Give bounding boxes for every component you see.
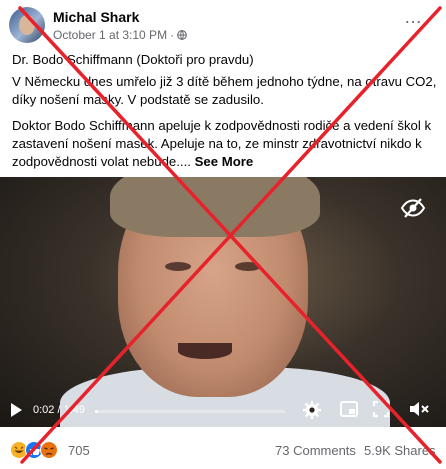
meta-separator: · bbox=[170, 28, 175, 42]
globe-icon bbox=[177, 30, 187, 40]
fullscreen-icon[interactable] bbox=[372, 400, 390, 418]
play-icon[interactable] bbox=[9, 402, 23, 418]
reaction-icons[interactable] bbox=[10, 440, 65, 460]
eye-off-icon[interactable] bbox=[400, 195, 426, 221]
video-person-eye bbox=[165, 262, 191, 271]
video-player[interactable]: 0:02 / 1:49 bbox=[0, 177, 446, 427]
video-person-eye bbox=[235, 262, 261, 271]
pip-icon[interactable] bbox=[340, 401, 358, 417]
video-controls: 0:02 / 1:49 bbox=[0, 396, 446, 426]
reaction-count[interactable]: 705 bbox=[68, 443, 90, 458]
video-progress-fill bbox=[95, 410, 99, 413]
see-more-link[interactable]: See More bbox=[195, 154, 254, 169]
post-text-line1: Dr. Bodo Schiffmann (Doktoři pro pravdu) bbox=[12, 52, 254, 67]
shares-count[interactable]: 5.9K Shares bbox=[364, 443, 436, 458]
facebook-post: Michal Shark October 1 at 3:10 PM · … Dr… bbox=[0, 0, 446, 469]
avatar[interactable] bbox=[9, 7, 45, 43]
like-reaction-icon bbox=[25, 441, 43, 459]
post-footer: 705 73 Comments 5.9K Shares bbox=[0, 430, 446, 469]
settings-icon[interactable] bbox=[302, 400, 322, 420]
video-person-mouth bbox=[178, 343, 232, 359]
haha-reaction-icon bbox=[10, 441, 28, 459]
video-time: 0:02 / 1:49 bbox=[33, 404, 85, 416]
post-text-line3: Doktor Bodo Schiffmann apeluje k zodpově… bbox=[12, 117, 442, 171]
video-progress-bar[interactable] bbox=[95, 410, 285, 413]
mute-icon[interactable] bbox=[408, 400, 430, 418]
video-person-hair bbox=[110, 177, 320, 237]
post-text-line2: V Německu dnes umřelo již 3 dítě během j… bbox=[12, 74, 437, 107]
angry-reaction-icon bbox=[40, 441, 58, 459]
post-date[interactable]: October 1 at 3:10 PM bbox=[53, 28, 167, 42]
post-meta: October 1 at 3:10 PM · bbox=[53, 28, 187, 42]
comments-count[interactable]: 73 Comments bbox=[275, 443, 356, 458]
author-name[interactable]: Michal Shark bbox=[53, 9, 139, 25]
more-icon[interactable]: … bbox=[404, 8, 423, 26]
